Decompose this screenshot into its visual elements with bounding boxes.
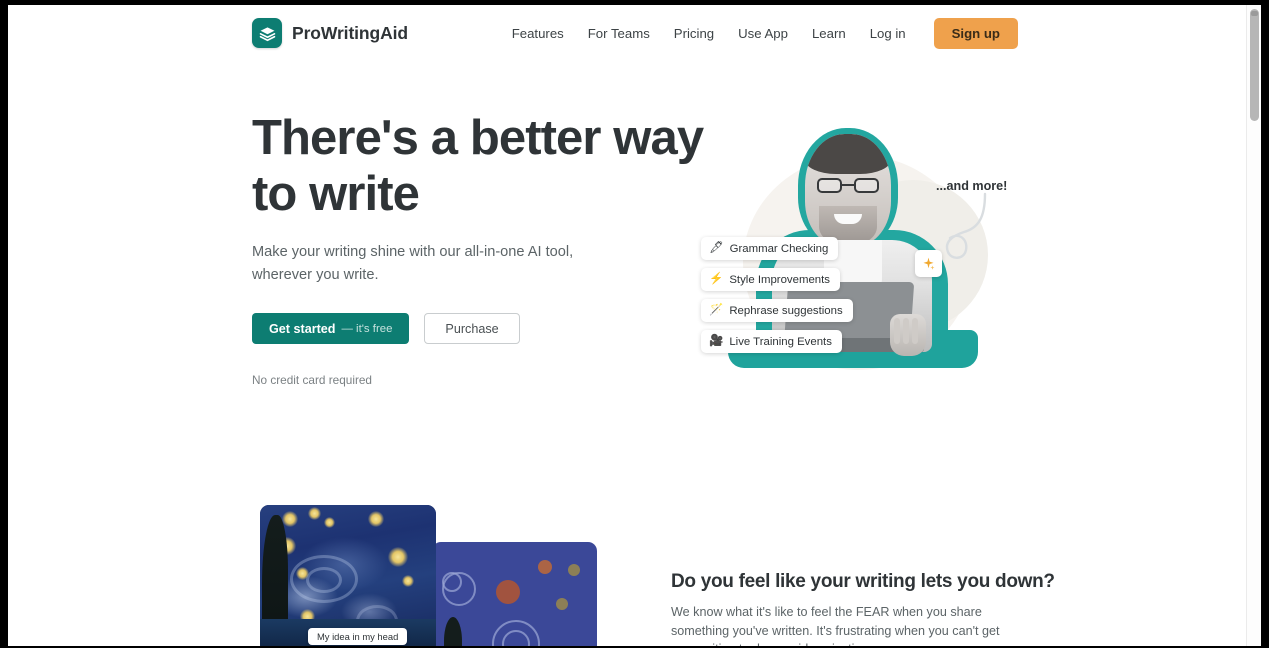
star [308,507,321,520]
star [388,547,408,567]
hero-illustration: 🖋 Grammar Checking ⚡ Style Improvements … [668,100,1028,400]
get-started-label: Get started [269,321,336,336]
section-title: Do you feel like your writing lets you d… [671,571,1055,592]
starry-night-panel: My idea in my head [260,505,436,646]
lightning-icon: ⚡ [709,272,724,285]
vertical-scrollbar[interactable] [1246,5,1261,646]
scrollbar-thumb-cap [1251,11,1258,16]
glasses-bridge [842,184,854,186]
glasses-icon [817,178,879,193]
crude-drawing-panel [432,542,597,646]
stacked-pages-icon [252,18,282,48]
get-started-button[interactable]: Get started — it's free [252,313,410,344]
scrollbar-thumb[interactable] [1250,9,1259,121]
nav-item-for-teams[interactable]: For Teams [576,20,662,47]
callout-curve-icon [945,192,987,259]
sparkle-icon [923,257,935,270]
main-navigation: Features For Teams Pricing Use App Learn… [500,18,1018,49]
feature-pill-grammar-checking: 🖋 Grammar Checking [701,237,839,260]
lens-right [854,178,879,193]
finger [912,318,918,344]
brand-name: ProWritingAid [292,22,409,43]
person-photo [805,134,891,246]
illustration-panels: My idea in my head [252,505,612,646]
cypress-doodle [444,617,462,646]
lens-left [817,178,842,193]
hero-title: There's a better way to write [252,111,704,221]
hand [890,314,926,356]
get-started-sublabel: — it's free [341,322,393,335]
sky-swirl [306,567,342,593]
hair [805,134,891,174]
nav-item-features[interactable]: Features [500,20,576,47]
star-doodle [496,580,520,604]
webpage-content: ProWritingAid Features For Teams Pricing… [8,5,1246,646]
star [368,511,384,527]
finger [894,318,900,344]
star-doodle [568,564,580,576]
star [402,575,414,587]
browser-window: ProWritingAid Features For Teams Pricing… [0,0,1269,648]
star-doodle [556,598,568,610]
nav-item-log-in[interactable]: Log in [858,20,918,47]
and-more-callout: ...and more! [936,179,1008,193]
video-camera-icon: 🎥 [709,334,724,347]
purchase-button[interactable]: Purchase [424,313,520,344]
sign-up-button[interactable]: Sign up [933,18,1018,49]
hero-cta-row: Get started — it's free Purchase [252,313,520,344]
star [296,567,309,580]
no-credit-card-note: No credit card required [252,373,372,387]
nav-item-learn[interactable]: Learn [800,20,858,47]
feature-pill-label: Grammar Checking [729,242,829,255]
star-doodle [538,560,552,574]
feature-pill-rephrase-suggestions: 🪄 Rephrase suggestions [701,299,853,322]
nav-item-pricing[interactable]: Pricing [662,20,726,47]
nav-item-use-app[interactable]: Use App [726,20,800,47]
feature-pill-live-training-events: 🎥 Live Training Events [701,330,842,353]
feature-pill-label: Live Training Events [729,335,832,348]
feature-pill-style-improvements: ⚡ Style Improvements [701,268,840,291]
brand-logo[interactable]: ProWritingAid [252,18,408,48]
page-viewport: ProWritingAid Features For Teams Pricing… [8,5,1261,646]
swirl-doodle [442,572,462,592]
site-header: ProWritingAid Features For Teams Pricing… [8,5,1246,62]
star [282,511,298,527]
hero-subtitle: Make your writing shine with our all-in-… [252,244,574,283]
image-caption: My idea in my head [308,628,408,645]
magic-wand-icon: 🪄 [709,303,724,316]
star [324,517,335,528]
pen-icon: 🖋 [709,241,724,254]
feature-pill-label: Style Improvements [729,273,830,286]
section-body: We know what it's like to feel the FEAR … [671,605,1000,646]
feature-pill-label: Rephrase suggestions [729,304,843,317]
finger [903,318,909,344]
